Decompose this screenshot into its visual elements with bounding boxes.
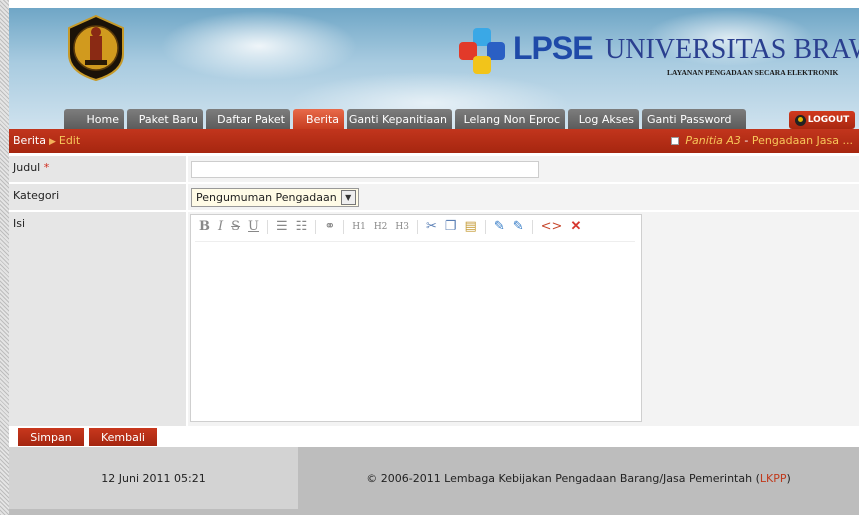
tab-home-label: Home	[86, 113, 119, 126]
toolbar-divider	[531, 219, 533, 234]
simpan-button[interactable]: Simpan	[18, 428, 84, 446]
panitia-info: Panitia A3 - Pengadaan Jasa ...	[671, 134, 853, 147]
isi-content-area[interactable]	[195, 245, 637, 415]
tab-ganti-kepanitiaan[interactable]: Ganti Kepanitiaan	[347, 109, 452, 129]
delete-icon[interactable]: ✕	[570, 219, 581, 234]
editor-toolbar: B I S U ☰ ☷ ⚭ H1 H2 H3 ✂ ❐ ▤ ✎ ✎ <> ✕	[199, 219, 581, 234]
panitia-dash: -	[740, 134, 752, 147]
header-banner: LPSE UNIVERSITAS BRAWIJAYA LAYANAN PENGA…	[9, 8, 859, 129]
ordered-list-icon[interactable]: ☰	[276, 219, 288, 234]
cut-icon[interactable]: ✂	[426, 219, 437, 234]
judul-input[interactable]	[191, 161, 539, 178]
breadcrumb-bar: Berita ▶ Edit Panitia A3 - Pengadaan Jasa …	[9, 129, 859, 153]
row-isi: Isi B I S U ☰ ☷ ⚭ H1 H2 H3 ✂ ❐ ▤ ✎ ✎ <> …	[9, 212, 859, 426]
tab-paket-baru-label: Paket Baru	[138, 113, 198, 126]
tab-ganti-password[interactable]: Ganti Password	[642, 109, 746, 129]
kategori-selected-value: Pengumuman Pengadaan	[196, 191, 337, 204]
tab-daftar-paket[interactable]: Daftar Paket	[206, 109, 290, 129]
footer-copyright: © 2006-2011 Lembaga Kebijakan Pengadaan …	[298, 447, 859, 509]
footer: 12 Juni 2011 05:21 © 2006-2011 Lembaga K…	[9, 447, 859, 515]
paste-icon[interactable]: ▤	[465, 219, 477, 234]
heading2-button[interactable]: H2	[374, 222, 388, 232]
tab-lelang-non-eproc-label: Lelang Non Eproc	[463, 113, 560, 126]
tab-ganti-password-label: Ganti Password	[647, 113, 732, 126]
isi-cell: B I S U ☰ ☷ ⚭ H1 H2 H3 ✂ ❐ ▤ ✎ ✎ <> ✕	[188, 212, 859, 426]
left-border-strip	[0, 0, 9, 515]
tab-berita-label: Berita	[306, 113, 339, 126]
footer-close-paren: )	[786, 471, 791, 485]
kategori-cell: Pengumuman Pengadaan ▼	[188, 184, 859, 210]
required-mark: *	[43, 161, 50, 174]
judul-cell	[188, 156, 859, 182]
isi-rich-text-editor[interactable]: B I S U ☰ ☷ ⚭ H1 H2 H3 ✂ ❐ ▤ ✎ ✎ <> ✕	[190, 214, 642, 422]
judul-label-text: Judul	[13, 161, 41, 174]
toolbar-underline	[195, 241, 635, 242]
strikethrough-button[interactable]: S	[231, 219, 240, 234]
toolbar-divider	[343, 219, 345, 234]
breadcrumb: Berita ▶ Edit	[13, 134, 80, 147]
clear-format-icon[interactable]: ✎	[513, 219, 524, 234]
bold-button[interactable]: B	[199, 219, 210, 234]
isi-label: Isi	[9, 212, 186, 426]
toolbar-divider	[267, 219, 269, 234]
lpse-brand: LPSE UNIVERSITAS BRAWIJAYA LAYANAN PENGA…	[459, 24, 859, 84]
judul-label: Judul *	[9, 156, 186, 182]
university-seal-logo	[68, 14, 124, 82]
kembali-button[interactable]: Kembali	[89, 428, 157, 446]
brand-lpse-text: LPSE	[513, 30, 594, 66]
tab-ganti-kepanitiaan-label: Ganti Kepanitiaan	[348, 113, 447, 126]
breadcrumb-berita-link[interactable]: Berita	[13, 134, 46, 147]
tab-berita[interactable]: Berita	[293, 109, 344, 129]
logout-button[interactable]: LOGOUT	[789, 111, 855, 129]
toolbar-divider	[416, 219, 418, 234]
tab-lelang-non-eproc[interactable]: Lelang Non Eproc	[455, 109, 565, 129]
format-icon[interactable]: ✎	[494, 219, 505, 234]
panitia-desc: Pengadaan Jasa ...	[751, 134, 853, 147]
row-judul: Judul *	[9, 156, 859, 182]
brand-university-text: UNIVERSITAS BRAWIJAYA	[605, 34, 859, 65]
tab-home[interactable]: Home	[64, 109, 124, 129]
panitia-name[interactable]: Panitia A3	[685, 134, 741, 147]
top-line	[9, 0, 859, 8]
heading3-button[interactable]: H3	[395, 222, 409, 232]
main-nav: Home Paket Baru Daftar Paket Berita Gant…	[64, 109, 749, 129]
page-wrapper: LPSE UNIVERSITAS BRAWIJAYA LAYANAN PENGA…	[9, 0, 859, 515]
kategori-select[interactable]: Pengumuman Pengadaan ▼	[191, 188, 359, 207]
footer-datetime: 12 Juni 2011 05:21	[9, 447, 298, 509]
lkpp-link[interactable]: LKPP	[760, 472, 787, 485]
square-bullet-icon	[671, 137, 680, 145]
toolbar-divider	[315, 219, 317, 234]
underline-button[interactable]: U	[248, 219, 259, 234]
copy-icon[interactable]: ❐	[445, 219, 457, 234]
tab-log-akses[interactable]: Log Akses	[568, 109, 639, 129]
logout-label: LOGOUT	[807, 115, 850, 125]
tab-log-akses-label: Log Akses	[578, 113, 634, 126]
row-kategori: Kategori Pengumuman Pengadaan ▼	[9, 184, 859, 210]
unordered-list-icon[interactable]: ☷	[296, 219, 308, 234]
footer-copyright-text: © 2006-2011 Lembaga Kebijakan Pengadaan …	[366, 471, 760, 485]
tab-daftar-paket-label: Daftar Paket	[217, 113, 285, 126]
breadcrumb-arrow-icon: ▶	[48, 137, 56, 147]
kategori-label: Kategori	[9, 184, 186, 210]
italic-button[interactable]: I	[218, 219, 223, 234]
dropdown-arrow-icon[interactable]: ▼	[340, 190, 356, 205]
heading1-button[interactable]: H1	[352, 222, 366, 232]
tab-paket-baru[interactable]: Paket Baru	[127, 109, 203, 129]
lpse-puzzle-logo	[459, 28, 505, 74]
brand-subtitle-text: LAYANAN PENGADAAN SECARA ELEKTRONIK	[667, 68, 839, 77]
logout-icon	[794, 114, 806, 126]
link-icon[interactable]: ⚭	[324, 219, 335, 234]
breadcrumb-current: Edit	[58, 134, 81, 147]
html-source-icon[interactable]: <>	[541, 219, 563, 234]
toolbar-divider	[484, 219, 486, 234]
